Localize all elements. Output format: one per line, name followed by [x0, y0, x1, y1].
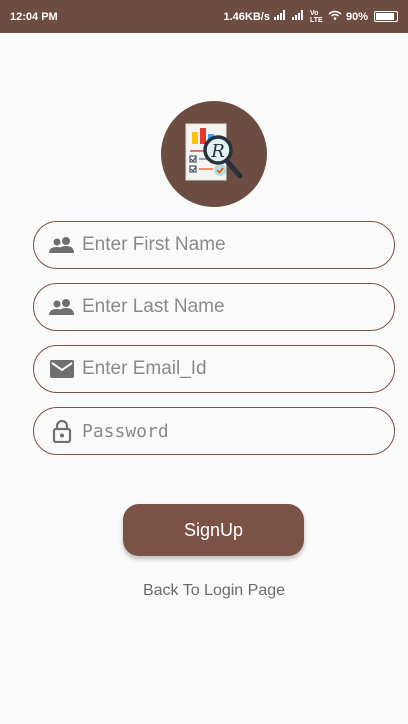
- email-input[interactable]: [80, 357, 374, 381]
- report-search-icon: R: [185, 123, 243, 181]
- signal-icon: [273, 10, 288, 23]
- people-icon: [48, 295, 76, 319]
- back-to-login-link[interactable]: Back To Login Page: [0, 582, 408, 600]
- signal-icon: [291, 10, 306, 23]
- lock-icon: [48, 419, 76, 443]
- first-name-input[interactable]: [80, 233, 374, 257]
- status-time: 12:04 PM: [10, 10, 58, 23]
- status-indicators: 1.46KB/s Vo LTE 90%: [223, 10, 398, 24]
- mail-icon: [48, 357, 76, 381]
- wifi-icon: [328, 10, 342, 23]
- first-name-field[interactable]: [33, 221, 395, 269]
- password-input[interactable]: [80, 419, 374, 443]
- signup-button[interactable]: SignUp: [123, 504, 304, 556]
- app-logo: R: [161, 101, 267, 207]
- signup-screen: R Enter First Name Enter Last Name Enter…: [0, 33, 408, 724]
- people-icon: [48, 233, 76, 257]
- network-speed: 1.46KB/s: [223, 10, 270, 23]
- email-field[interactable]: [33, 345, 395, 393]
- password-field[interactable]: [33, 407, 395, 455]
- status-bar: 12:04 PM 1.46KB/s Vo LTE 90%: [0, 0, 408, 33]
- last-name-field[interactable]: [33, 283, 395, 331]
- logo-letter: R: [210, 141, 225, 162]
- battery-percent: 90%: [345, 10, 368, 23]
- last-name-input[interactable]: [80, 295, 374, 319]
- battery-icon: [374, 11, 398, 22]
- volte-icon: Vo LTE: [309, 9, 323, 24]
